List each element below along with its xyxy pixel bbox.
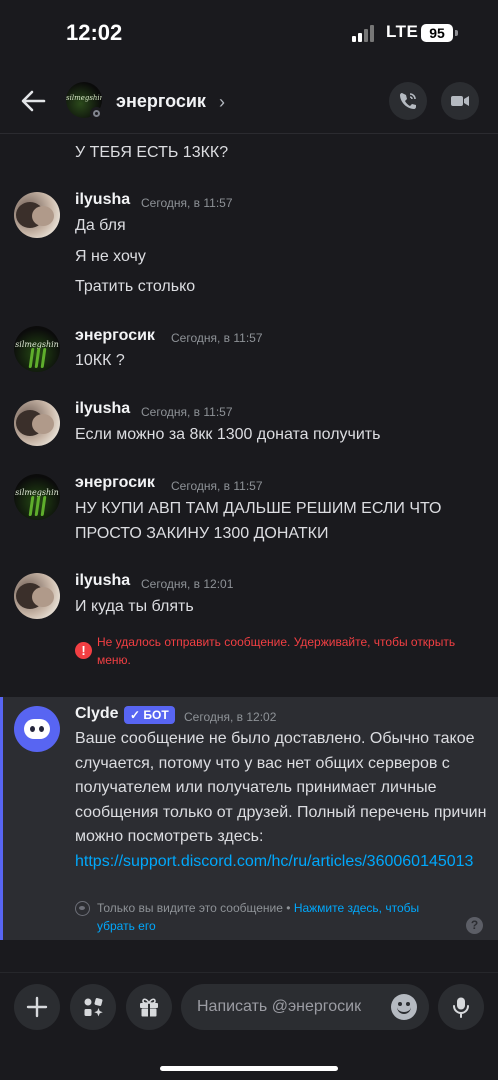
avatar-claw <box>40 348 47 368</box>
offline-status-icon <box>90 107 103 120</box>
gift-icon <box>140 998 158 1017</box>
message-input-container[interactable] <box>181 984 429 1030</box>
dm-header: silmegshin энергосик › <box>0 70 498 134</box>
header-username[interactable]: энергосик <box>116 91 206 112</box>
message-input[interactable] <box>197 996 393 1018</box>
avatar-claw <box>28 348 35 368</box>
clyde-eye <box>39 726 44 732</box>
battery-icon: 95 <box>421 24 453 42</box>
clyde-eye <box>30 726 35 732</box>
message-text[interactable]: Да бля <box>75 213 485 238</box>
voice-call-button[interactable] <box>389 82 427 120</box>
message-author[interactable]: ilyusha <box>75 572 130 590</box>
microphone-icon <box>453 997 469 1018</box>
avatar-claw <box>34 348 41 368</box>
emoji-icon[interactable] <box>391 994 417 1020</box>
avatar[interactable]: silmegshin <box>14 474 60 520</box>
message-timestamp: Сегодня, в 12:02 <box>184 710 277 724</box>
message-author[interactable]: энергосик <box>75 327 155 345</box>
avatar-claw <box>40 496 47 516</box>
status-bar: 12:02 LTE 95 <box>0 0 498 70</box>
video-camera-icon <box>451 96 469 106</box>
status-time: 12:02 <box>66 20 123 45</box>
help-icon[interactable]: ? <box>466 917 483 934</box>
message-timestamp: Сегодня, в 11:57 <box>141 196 233 210</box>
video-call-button[interactable] <box>441 82 479 120</box>
add-attachment-button[interactable] <box>14 984 60 1030</box>
eye-icon <box>75 901 90 916</box>
message-timestamp: Сегодня, в 11:57 <box>141 405 233 419</box>
message-text[interactable]: НУ КУПИ АВП ТАМ ДАЛЬШЕ РЕШИМ ЕСЛИ ЧТО ПР… <box>75 496 485 546</box>
avatar[interactable] <box>14 400 60 446</box>
message-text[interactable]: Я не хочу <box>75 244 485 269</box>
error-icon: ! <box>75 642 92 659</box>
plus-icon <box>26 996 48 1018</box>
avatar-monogram: silmegshin <box>66 94 102 102</box>
phone-icon <box>400 93 416 109</box>
clyde-face <box>24 719 50 739</box>
composer-divider <box>0 972 498 973</box>
ephemeral-note: Только вы видите это сообщение • Нажмите… <box>97 899 457 935</box>
gift-button[interactable] <box>126 984 172 1030</box>
signal-icon <box>352 24 378 42</box>
avatar[interactable] <box>14 573 60 619</box>
clyde-message-text: Ваше сообщение не было доставлено. Обычн… <box>75 727 490 874</box>
voice-message-button[interactable] <box>438 984 484 1030</box>
battery-tip <box>455 30 458 36</box>
message-text[interactable]: У ТЕБЯ ЕСТЬ 13КК? <box>75 140 485 165</box>
back-arrow-icon[interactable] <box>18 86 48 116</box>
apps-icon <box>84 998 103 1017</box>
message-timestamp: Сегодня, в 11:57 <box>171 479 263 493</box>
message-text[interactable]: Если можно за 8кк 1300 доната получить <box>75 422 485 447</box>
message-author[interactable]: энергосик <box>75 474 155 492</box>
message-author[interactable]: ilyusha <box>75 400 130 418</box>
message-text[interactable]: И куда ты блять <box>75 594 485 619</box>
message-text[interactable]: 10КК ? <box>75 348 485 373</box>
message-author[interactable]: Clyde <box>75 705 119 723</box>
bot-badge: ✓ БОТ <box>124 706 175 724</box>
chevron-right-icon[interactable]: › <box>219 92 225 113</box>
apps-button[interactable] <box>70 984 116 1030</box>
message-author[interactable]: ilyusha <box>75 191 130 209</box>
message-timestamp: Сегодня, в 11:57 <box>171 331 263 345</box>
send-error-text[interactable]: Не удалось отправить сообщение. Удержива… <box>97 633 467 669</box>
avatar[interactable] <box>14 192 60 238</box>
ephemeral-note-text: Только вы видите это сообщение • <box>97 901 294 915</box>
message-text[interactable]: Тратить столько <box>75 274 485 299</box>
avatar-claw <box>28 496 35 516</box>
home-indicator[interactable] <box>160 1066 338 1071</box>
clyde-avatar[interactable] <box>14 706 60 752</box>
clyde-text-body: Ваше сообщение не было доставлено. Обычн… <box>75 730 487 845</box>
avatar-claw <box>34 496 41 516</box>
message-timestamp: Сегодня, в 12:01 <box>141 577 234 591</box>
avatar[interactable]: silmegshin <box>14 326 60 372</box>
support-link[interactable]: https://support.discord.com/hc/ru/articl… <box>75 853 473 870</box>
network-label: LTE <box>386 22 419 41</box>
